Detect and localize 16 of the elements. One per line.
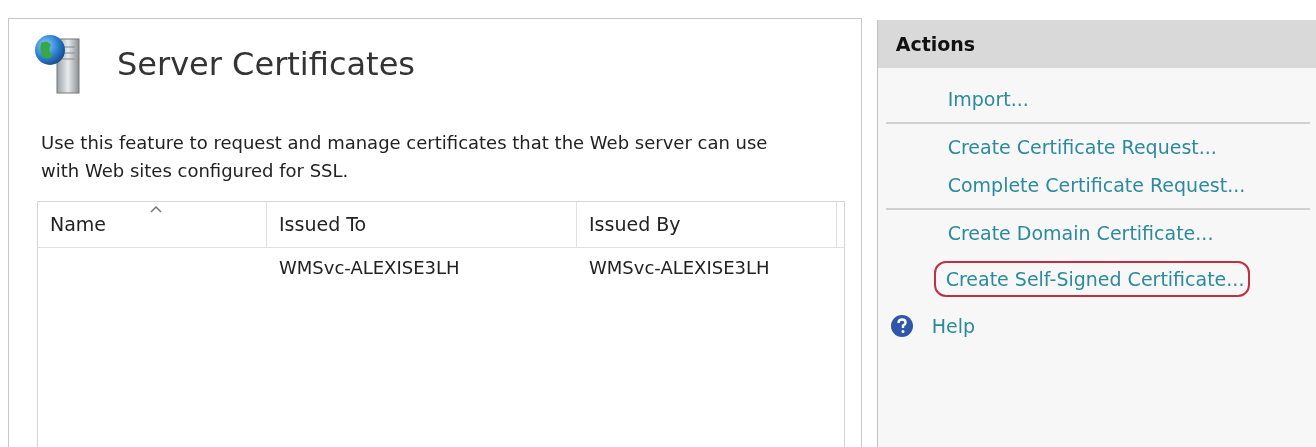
action-link[interactable]: Create Certificate Request...	[945, 128, 1223, 166]
column-header[interactable]: Name	[38, 202, 267, 247]
column-header[interactable]: Issued By	[577, 202, 837, 247]
help-icon	[889, 314, 914, 338]
action-link[interactable]: Create Domain Certificate...	[945, 214, 1220, 252]
action-link[interactable]: Help	[929, 309, 977, 343]
column-header[interactable]: Issued To	[267, 202, 577, 247]
table-cell: WMSvc-ALEXISE3LH	[589, 257, 770, 278]
table-cell: WMSvc-ALEXISE3LH	[279, 257, 460, 278]
action-link[interactable]: Import...	[945, 80, 1035, 118]
panel-header: Actions	[877, 20, 1316, 68]
feature-description: Use this feature to request and manage certificates that the Web server can use with Web sites configured for SSL.	[41, 131, 769, 183]
action-link[interactable]: Complete Certificate Request...	[945, 166, 1252, 204]
action-link[interactable]: Create Self-Signed Certificate...	[933, 260, 1251, 298]
sort-caret-icon	[150, 206, 162, 213]
page-title: Server Certificates	[117, 44, 415, 85]
